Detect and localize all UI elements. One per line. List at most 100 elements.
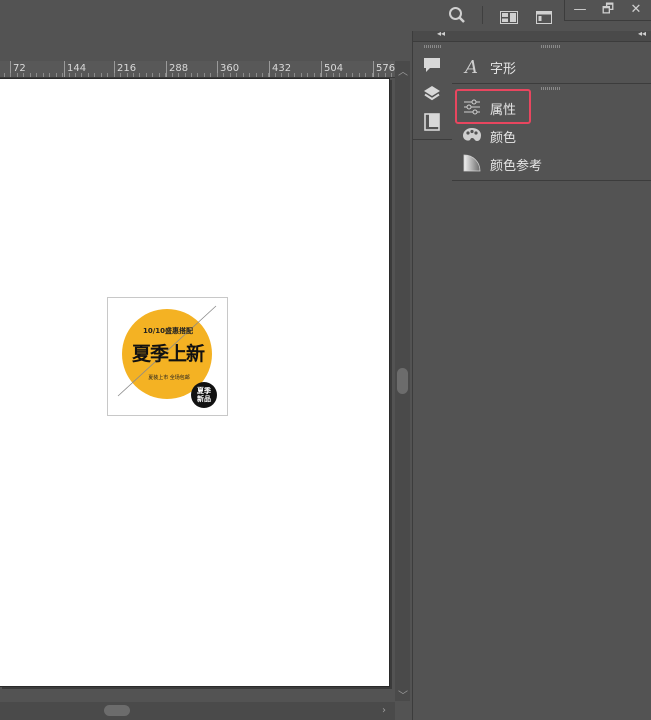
scroll-down-icon[interactable]: ﹀ <box>398 687 408 702</box>
layers-icon[interactable] <box>422 84 442 104</box>
pages-icon[interactable] <box>422 112 442 132</box>
ruler-tick <box>326 73 327 77</box>
ruler-tick <box>17 73 18 77</box>
scroll-up-icon[interactable]: ︿ <box>398 63 408 78</box>
ruler-tick <box>69 73 70 77</box>
ruler-tick <box>159 73 160 77</box>
color-palette-icon <box>462 125 482 145</box>
ruler-tick <box>23 73 24 77</box>
comment-icon[interactable] <box>422 55 442 75</box>
ruler-tick <box>133 73 134 77</box>
horizontal-scroll-thumb[interactable] <box>104 705 130 716</box>
ruler-tick <box>56 73 57 77</box>
ruler-tick <box>152 73 153 77</box>
panel-item-label: 颜色参考 <box>490 159 543 174</box>
workspace-layout-icon[interactable] <box>500 9 518 24</box>
ruler-tick <box>301 73 302 77</box>
search-icon[interactable] <box>448 6 466 24</box>
color-guide-icon <box>462 153 482 173</box>
ruler-tick <box>210 73 211 77</box>
ruler-tick <box>314 73 315 77</box>
placed-artwork[interactable]: 10/10盛惠搭配 夏季上新 夏装上市 全场包邮 夏季 新品 <box>107 297 228 416</box>
ruler-tick <box>197 73 198 77</box>
ruler-tick <box>107 73 108 77</box>
application-bar: — 🗗 ✕ <box>0 0 651 31</box>
ruler-tick <box>62 73 63 77</box>
ruler-tick <box>43 73 44 77</box>
ruler-tick <box>281 73 282 77</box>
ruler-tick <box>294 73 295 77</box>
ruler-tick <box>120 73 121 77</box>
ruler-tick <box>391 73 392 77</box>
scroll-right-icon[interactable]: › <box>382 705 386 716</box>
ruler-tick <box>94 73 95 77</box>
ruler-tick <box>307 73 308 77</box>
minimize-button[interactable]: — <box>567 2 593 18</box>
ruler-tick <box>385 73 386 77</box>
ruler-tick <box>217 73 218 77</box>
ruler-tick <box>236 73 237 77</box>
ruler-tick <box>378 73 379 77</box>
horizontal-scrollbar[interactable]: › <box>0 702 395 720</box>
ruler-tick <box>10 73 11 77</box>
ruler-tick <box>262 73 263 77</box>
properties-highlight-box <box>455 89 531 124</box>
panel-header: ◂◂ <box>452 29 651 42</box>
ruler-tick <box>30 73 31 77</box>
ruler-tick <box>256 73 257 77</box>
ruler-tick <box>288 73 289 77</box>
ruler-tick <box>178 73 179 77</box>
ruler-tick <box>365 73 366 77</box>
ruler-tick <box>249 73 250 77</box>
ruler-tick <box>346 73 347 77</box>
ruler-tick <box>359 73 360 77</box>
ruler-tick <box>243 73 244 77</box>
panel-item-color[interactable]: 颜色 <box>452 122 651 148</box>
ruler-tick <box>81 73 82 77</box>
ruler-tick <box>275 73 276 77</box>
ruler-tick <box>88 73 89 77</box>
svg-text:A: A <box>463 57 478 76</box>
ruler-tick <box>146 73 147 77</box>
ruler-tick <box>372 73 373 77</box>
ruler-tick <box>320 73 321 77</box>
document-tab-strip <box>0 31 410 62</box>
restore-button[interactable]: 🗗 <box>595 2 621 18</box>
ruler-tick <box>127 73 128 77</box>
panel-item-glyphs[interactable]: A 字形 <box>452 53 651 79</box>
window-controls: — 🗗 ✕ <box>564 0 651 21</box>
ruler-tick <box>268 73 269 77</box>
ruler-tick <box>172 73 173 77</box>
horizontal-ruler[interactable]: 72 144 216 288 360 432 504 576 <box>0 61 395 78</box>
panel-toggle-icon[interactable] <box>536 9 552 24</box>
vertical-scroll-thumb[interactable] <box>397 368 408 394</box>
close-button[interactable]: ✕ <box>623 2 649 18</box>
ruler-tick <box>333 73 334 77</box>
glyphs-icon: A <box>462 56 482 78</box>
ruler-tick <box>139 73 140 77</box>
ruler-tick <box>339 73 340 77</box>
ruler-tick <box>75 73 76 77</box>
collapsed-panel-dock: ◂◂ <box>412 29 453 720</box>
artwork-subline: 夏装上市 全场包邮 <box>148 375 190 381</box>
ruler-tick <box>185 73 186 77</box>
ruler-tick <box>223 73 224 77</box>
panel-item-color-guide[interactable]: 颜色参考 <box>452 150 651 176</box>
ruler-tick <box>204 73 205 77</box>
ruler-tick <box>101 73 102 77</box>
ruler-tick <box>114 73 115 77</box>
artwork-headline: 夏季上新 <box>131 343 205 365</box>
dock-header: ◂◂ <box>413 29 452 42</box>
ruler-tick <box>230 73 231 77</box>
artwork-badge-line2: 新品 <box>197 395 211 403</box>
collapse-dock-button[interactable]: ◂◂ <box>437 29 445 38</box>
ruler-tick <box>49 73 50 77</box>
ruler-tick <box>191 73 192 77</box>
collapse-panels-button[interactable]: ◂◂ <box>638 29 646 38</box>
ruler-tick <box>36 73 37 77</box>
panels-column: ◂◂ A 字形 属性 颜色 颜色参考 <box>452 29 651 720</box>
panel-item-label: 字形 <box>490 62 517 77</box>
artwork-date-line: 10/10盛惠搭配 <box>142 327 194 335</box>
ruler-tick <box>4 73 5 77</box>
panel-item-label: 颜色 <box>490 131 517 146</box>
